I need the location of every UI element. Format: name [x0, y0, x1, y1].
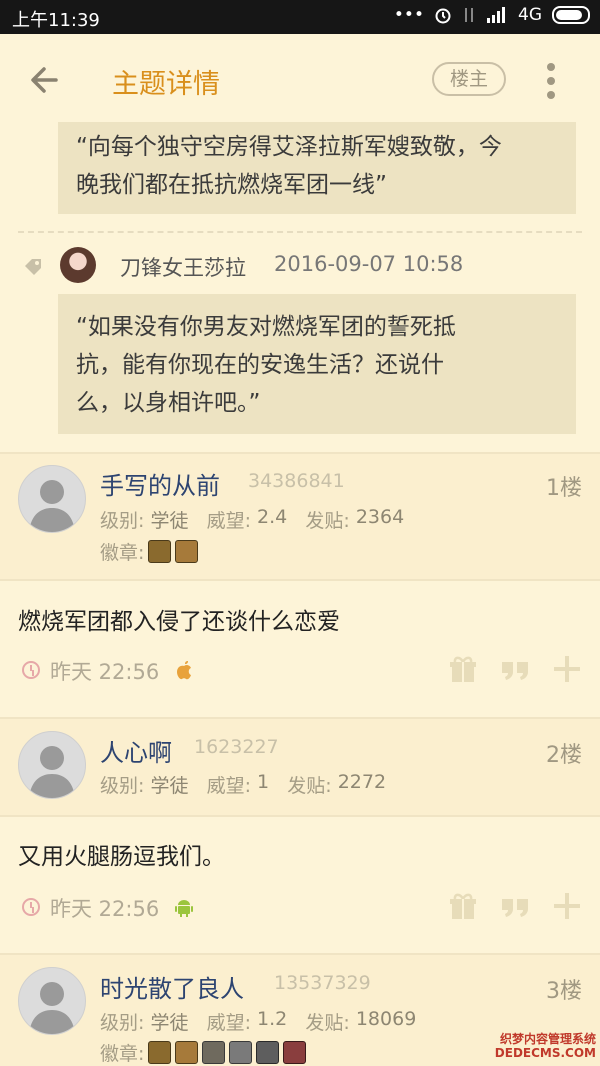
- plus-icon[interactable]: [552, 654, 582, 684]
- back-arrow-icon[interactable]: [26, 60, 66, 100]
- more-menu-icon[interactable]: [538, 60, 564, 100]
- level-value: 学徒: [150, 1012, 189, 1034]
- post-count-value: 18069: [355, 1008, 417, 1030]
- user-id: 13537329: [274, 972, 371, 994]
- clock-icon: [22, 661, 40, 679]
- post-count-value: 2272: [337, 771, 387, 793]
- floor-number: 2楼: [546, 743, 582, 768]
- gift-icon[interactable]: [448, 891, 478, 921]
- apple-icon: [177, 661, 191, 680]
- avatar[interactable]: [18, 967, 86, 1035]
- owner-only-button[interactable]: 楼主: [432, 62, 506, 96]
- signal-icon: [487, 7, 505, 23]
- plus-icon[interactable]: [552, 891, 582, 921]
- quote-line: 抗，能有你现在的安逸生活？还说什: [76, 352, 444, 378]
- prestige-value: 1.2: [257, 1008, 288, 1030]
- post-time: 昨天 22:56: [50, 897, 160, 921]
- prestige-value: 1: [257, 771, 270, 793]
- user-meta: 级别: 学徒 威望: 1 发贴: 2272: [100, 771, 387, 797]
- status-icons: ••• 4G: [394, 5, 590, 25]
- post-content: 燃烧军团都入侵了还谈什么恋爱: [18, 609, 340, 635]
- network-label: 4G: [518, 5, 542, 25]
- post-1: 手写的从前 34386841 1楼 级别: 学徒 威望: 2.4 发贴: 236…: [0, 452, 600, 717]
- quoted-user-name[interactable]: 刀锋女王莎拉: [120, 252, 246, 282]
- badge-icon[interactable]: [148, 1041, 172, 1064]
- post-2: 人心啊 1623227 2楼 级别: 学徒 威望: 1 发贴: 2272 又用火…: [0, 717, 600, 953]
- badges: 徽章:: [100, 538, 199, 565]
- post-footer: 昨天 22:56: [0, 652, 600, 692]
- quote-icon[interactable]: [500, 654, 530, 684]
- page-title: 主题详情: [112, 69, 220, 100]
- user-name[interactable]: 人心啊: [100, 733, 172, 768]
- prestige-value: 2.4: [257, 506, 288, 528]
- divider: [0, 579, 600, 581]
- floor-number: 1楼: [546, 476, 582, 501]
- quoted-time: 2016-09-07 10:58: [274, 252, 464, 276]
- post-count-value: 2364: [355, 506, 405, 528]
- app-bar: 主题详情 楼主: [0, 34, 600, 130]
- watermark: 织梦内容管理系统 DEDECMS.COM: [494, 1032, 596, 1060]
- android-icon: [175, 900, 193, 917]
- badge-icon[interactable]: [175, 1041, 199, 1064]
- badge-icon[interactable]: [175, 540, 199, 563]
- quote-block: “向每个独守空房得艾泽拉斯军嫂致敬，今 晚我们都在抵抗燃烧军团一线”: [58, 122, 576, 214]
- badge-icon[interactable]: [256, 1041, 280, 1064]
- battery-icon: [552, 6, 590, 24]
- post-content: 又用火腿肠逗我们。: [18, 844, 225, 870]
- avatar[interactable]: [18, 465, 86, 533]
- quoted-user-avatar[interactable]: [60, 247, 96, 283]
- badges: 徽章:: [100, 1039, 307, 1066]
- user-name[interactable]: 时光散了良人: [100, 969, 244, 1004]
- clock-icon: [22, 898, 40, 916]
- level-value: 学徒: [150, 775, 189, 797]
- badge-icon[interactable]: [202, 1041, 226, 1064]
- status-bar: 上午11:39 ••• 4G: [0, 0, 600, 34]
- badge-icon[interactable]: [283, 1041, 307, 1064]
- floor-number: 3楼: [546, 979, 582, 1004]
- level-value: 学徒: [150, 510, 189, 532]
- avatar[interactable]: [18, 731, 86, 799]
- post-footer: 昨天 22:56: [0, 889, 600, 929]
- divider: [18, 231, 582, 233]
- divider: [0, 815, 600, 817]
- user-name[interactable]: 手写的从前: [100, 466, 220, 501]
- badge-icon[interactable]: [229, 1041, 253, 1064]
- quote-line: 晚我们都在抵抗燃烧军团一线”: [76, 172, 387, 198]
- user-meta: 级别: 学徒 威望: 2.4 发贴: 2364: [100, 506, 405, 532]
- quote-line: 么，以身相许吧。”: [76, 390, 261, 416]
- signal-off-icon: [465, 8, 473, 22]
- quote-line: “向每个独守空房得艾泽拉斯军嫂致敬，今: [76, 134, 502, 160]
- reply-quote-block: “如果没有你男友对燃烧军团的誓死抵 抗，能有你现在的安逸生活？还说什 么，以身相…: [58, 294, 576, 434]
- quote-icon[interactable]: [500, 891, 530, 921]
- status-time: 上午11:39: [12, 10, 100, 31]
- post-header: [0, 719, 600, 815]
- badge-icon[interactable]: [148, 540, 172, 563]
- alarm-icon: [435, 8, 451, 24]
- quote-line: “如果没有你男友对燃烧军团的誓死抵: [76, 314, 456, 340]
- user-meta: 级别: 学徒 威望: 1.2 发贴: 18069: [100, 1008, 417, 1034]
- reply-edit-icon: [25, 259, 41, 275]
- user-id: 34386841: [248, 470, 345, 492]
- more-dots-icon: •••: [393, 5, 424, 25]
- user-id: 1623227: [194, 736, 279, 758]
- gift-icon[interactable]: [448, 654, 478, 684]
- post-time: 昨天 22:56: [50, 660, 160, 684]
